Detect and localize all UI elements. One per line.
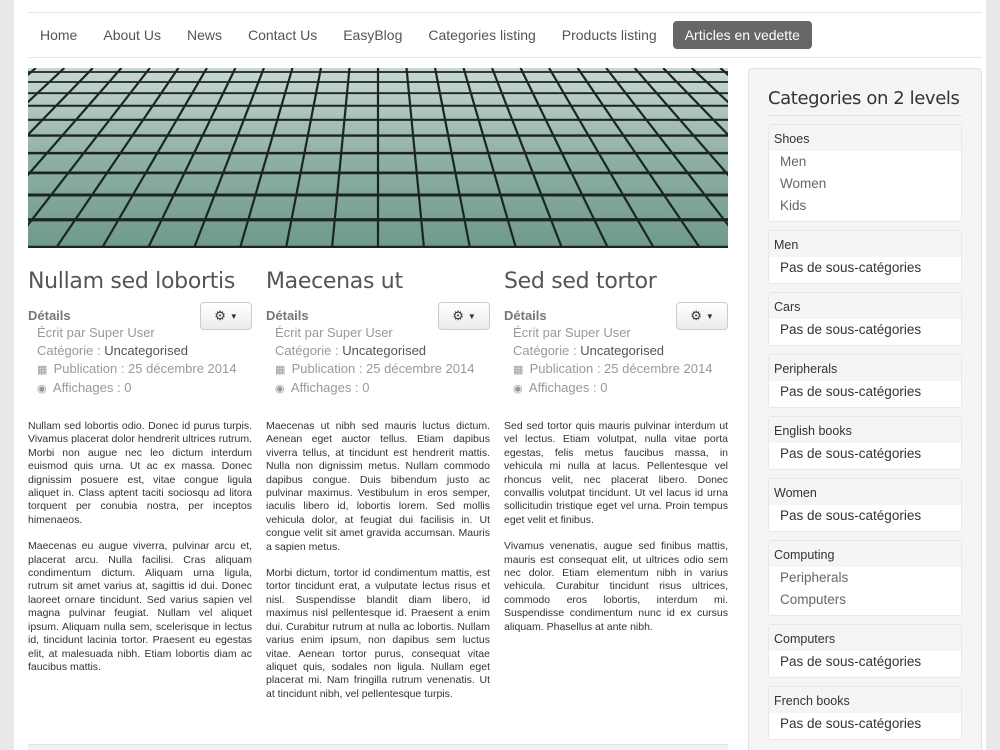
caret-down-icon: ▼	[705, 311, 714, 321]
category-block: Shoes Men Women Kids	[768, 124, 962, 222]
footer-strip	[28, 744, 728, 750]
category-block: Men Pas de sous-catégories	[768, 230, 962, 284]
no-subcategory-text: Pas de sous-catégories	[780, 446, 922, 461]
hits-line: ◉ Affichages : 0	[28, 379, 252, 398]
hits-line: ◉ Affichages : 0	[504, 379, 728, 398]
article-intro: Maecenas ut nibh sed mauris luctus dictu…	[266, 420, 490, 701]
category-block: Cars Pas de sous-catégories	[768, 292, 962, 346]
publish-date: Publication : 25 décembre 2014	[53, 361, 237, 376]
category-block: English books Pas de sous-catégories	[768, 416, 962, 470]
category-link[interactable]: Uncategorised	[342, 343, 426, 358]
calendar-icon: ▦	[275, 364, 286, 376]
page: Home About Us News Contact Us EasyBlog Catego…	[14, 0, 986, 750]
article-title[interactable]: Nullam sed lobortis	[28, 268, 252, 296]
publish-date-line: ▦ Publication : 25 décembre 2014	[28, 360, 252, 379]
article-title[interactable]: Sed sed tortor	[504, 268, 728, 296]
article-intro: Sed sed tortor quis mauris pulvinar inte…	[504, 420, 728, 634]
no-subcategory-text: Pas de sous-catégories	[780, 716, 922, 731]
hero-image	[28, 68, 728, 248]
category-heading[interactable]: Peripherals	[769, 355, 961, 381]
article-paragraph: Sed sed tortor quis mauris pulvinar inte…	[504, 420, 728, 526]
no-subcategory-text: Pas de sous-catégories	[780, 322, 922, 337]
hits-count: Affichages : 0	[52, 380, 132, 395]
category-heading[interactable]: Computing	[769, 541, 961, 567]
no-subcategory-text: Pas de sous-catégories	[780, 260, 922, 275]
caret-down-icon: ▼	[467, 311, 476, 321]
gear-icon: ⚙	[214, 308, 226, 323]
caret-down-icon: ▼	[229, 311, 238, 321]
eye-icon: ◉	[513, 383, 523, 395]
article-tools-button[interactable]: ⚙ ▼	[438, 302, 490, 330]
article-column: Nullam sed lobortis ⚙ ▼ Détails Écrit par…	[28, 268, 252, 687]
category-block: Computers Pas de sous-catégories	[768, 624, 962, 678]
article-paragraph: Nullam sed lobortis odio. Donec id purus…	[28, 420, 252, 526]
publish-date-line: ▦ Publication : 25 décembre 2014	[504, 360, 728, 379]
nav-item-home[interactable]: Home	[28, 21, 89, 49]
category-heading[interactable]: Cars	[769, 293, 961, 319]
article-paragraph: Maecenas ut nibh sed mauris luctus dictu…	[266, 420, 490, 553]
main-nav: Home About Us News Contact Us EasyBlog Catego…	[28, 12, 982, 58]
article-intro: Nullam sed lobortis odio. Donec id purus…	[28, 420, 252, 674]
eye-icon: ◉	[37, 383, 47, 395]
no-subcategory-text: Pas de sous-catégories	[780, 384, 922, 399]
category-label: Catégorie :	[513, 343, 581, 358]
category-line: Catégorie : Uncategorised	[266, 342, 490, 360]
category-heading[interactable]: Shoes	[769, 125, 961, 151]
article-paragraph: Vivamus venenatis, augue sed finibus mat…	[504, 540, 728, 633]
subcategory-link[interactable]: Peripherals	[769, 567, 961, 589]
calendar-icon: ▦	[37, 364, 48, 376]
sidebar-categories-module: Categories on 2 levels Shoes Men Women Kids…	[748, 68, 982, 750]
nav-item-categories-listing[interactable]: Categories listing	[416, 21, 547, 49]
category-line: Catégorie : Uncategorised	[28, 342, 252, 360]
no-subcategory-text: Pas de sous-catégories	[780, 508, 922, 523]
article-column: Sed sed tortor ⚙ ▼ Détails Écrit par Supe…	[504, 268, 728, 647]
publish-date: Publication : 25 décembre 2014	[529, 361, 713, 376]
calendar-icon: ▦	[513, 364, 524, 376]
nav-item-news[interactable]: News	[175, 21, 234, 49]
subcategory-link[interactable]: Computers	[769, 589, 961, 611]
category-heading[interactable]: English books	[769, 417, 961, 443]
article-tools-button[interactable]: ⚙ ▼	[200, 302, 252, 330]
category-heading[interactable]: Women	[769, 479, 961, 505]
category-label: Catégorie :	[275, 343, 343, 358]
article-tools-button[interactable]: ⚙ ▼	[676, 302, 728, 330]
gear-icon: ⚙	[452, 308, 464, 323]
category-line: Catégorie : Uncategorised	[504, 342, 728, 360]
sidebar-title: Categories on 2 levels	[768, 89, 962, 116]
nav-item-easyblog[interactable]: EasyBlog	[331, 21, 414, 49]
category-heading[interactable]: French books	[769, 687, 961, 713]
no-subcategory-text: Pas de sous-catégories	[780, 654, 922, 669]
category-link[interactable]: Uncategorised	[104, 343, 188, 358]
publish-date: Publication : 25 décembre 2014	[291, 361, 475, 376]
hits-count: Affichages : 0	[290, 380, 370, 395]
subcategory-link[interactable]: Women	[769, 173, 961, 195]
category-block: French books Pas de sous-catégories	[768, 686, 962, 740]
subcategory-link[interactable]: Kids	[769, 195, 961, 217]
hits-count: Affichages : 0	[528, 380, 608, 395]
category-link[interactable]: Uncategorised	[580, 343, 664, 358]
article-paragraph: Maecenas eu augue viverra, pulvinar arcu…	[28, 540, 252, 673]
category-block: Women Pas de sous-catégories	[768, 478, 962, 532]
nav-item-products-listing[interactable]: Products listing	[550, 21, 669, 49]
article-column: Maecenas ut ⚙ ▼ Détails Écrit par Super U…	[266, 268, 490, 714]
article-title[interactable]: Maecenas ut	[266, 268, 490, 296]
nav-item-contact-us[interactable]: Contact Us	[236, 21, 329, 49]
category-heading[interactable]: Men	[769, 231, 961, 257]
subcategory-link[interactable]: Men	[769, 151, 961, 173]
publish-date-line: ▦ Publication : 25 décembre 2014	[266, 360, 490, 379]
category-heading[interactable]: Computers	[769, 625, 961, 651]
gear-icon: ⚙	[690, 308, 702, 323]
nav-item-articles-en-vedette[interactable]: Articles en vedette	[672, 21, 812, 49]
article-paragraph: Morbi dictum, tortor id condimentum matt…	[266, 567, 490, 700]
hits-line: ◉ Affichages : 0	[266, 379, 490, 398]
category-block: Peripherals Pas de sous-catégories	[768, 354, 962, 408]
nav-item-about-us[interactable]: About Us	[91, 21, 173, 49]
category-block: Computing Peripherals Computers	[768, 540, 962, 616]
eye-icon: ◉	[275, 383, 285, 395]
category-label: Catégorie :	[37, 343, 105, 358]
